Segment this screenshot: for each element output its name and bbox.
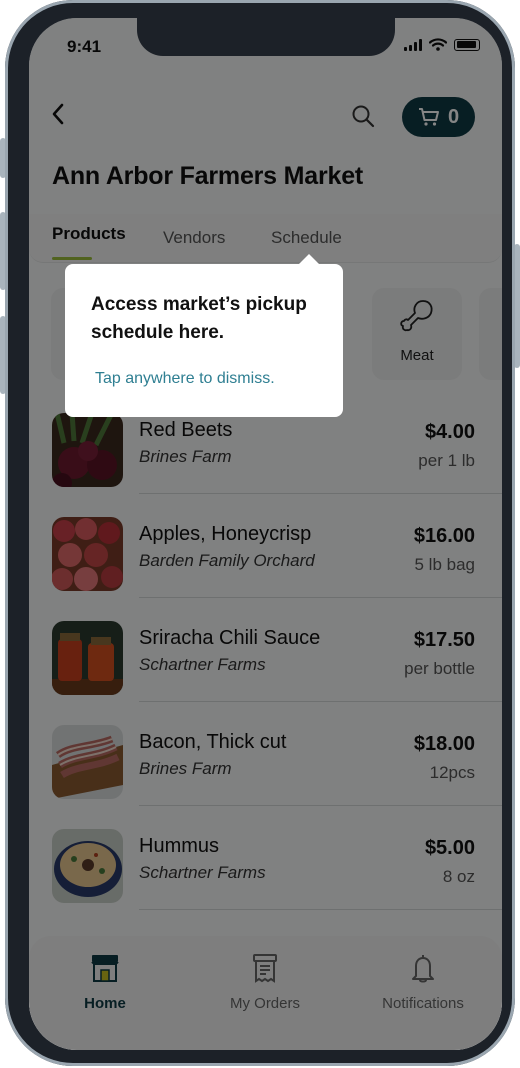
dismiss-overlay[interactable] (29, 18, 502, 1050)
notch (137, 18, 395, 56)
tooltip-dismiss-hint[interactable]: Tap anywhere to dismiss. (95, 370, 275, 388)
schedule-tooltip[interactable]: Access market’s pickup schedule here. Ta… (65, 254, 343, 417)
app-screen: 9:41 0 Ann Arbor Farmers Market Products… (29, 18, 502, 1050)
tooltip-message: Access market’s pickup schedule here. (91, 294, 307, 343)
phone-frame: 9:41 0 Ann Arbor Farmers Market Products… (5, 0, 515, 1066)
